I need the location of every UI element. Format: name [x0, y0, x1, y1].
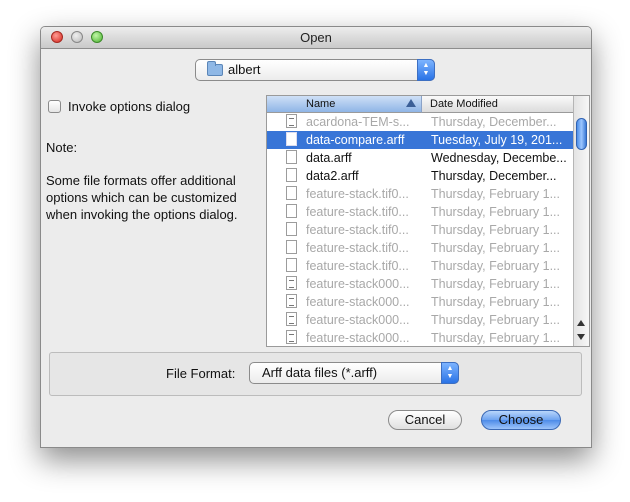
file-date-modified: Thursday, February 1... — [431, 295, 560, 309]
file-name: data-compare.arff — [306, 133, 405, 147]
file-row: feature-stack.tif0... Thursday, February … — [267, 203, 574, 221]
file-date-modified: Thursday, February 1... — [431, 313, 560, 327]
file-name: feature-stack000... — [306, 277, 410, 291]
note-body: Some file formats offer additional optio… — [46, 173, 238, 222]
invoke-options-label[interactable]: Invoke options dialog — [68, 99, 190, 114]
file-row: feature-stack.tif0... Thursday, February … — [267, 185, 574, 203]
file-date-modified: Thursday, February 1... — [431, 331, 560, 345]
file-date-modified: Thursday, February 1... — [431, 223, 560, 237]
file-icon — [286, 132, 297, 146]
document-icon — [286, 330, 297, 344]
file-row: feature-stack000... Thursday, February 1.… — [267, 329, 574, 346]
popup-stepper-icon: ▲ ▼ — [417, 59, 435, 81]
file-date-modified: Thursday, December... — [431, 115, 557, 129]
file-rows: acardona-TEM-s... Thursday, December... da… — [267, 113, 574, 346]
file-name: feature-stack000... — [306, 313, 410, 327]
open-dialog: Open albert ▲ ▼ Invoke options dialog Not… — [40, 26, 592, 448]
document-icon — [286, 114, 297, 128]
scrollbar-thumb[interactable] — [576, 118, 587, 150]
file-date-modified: Thursday, February 1... — [431, 277, 560, 291]
vertical-scrollbar[interactable] — [573, 96, 589, 346]
file-date-modified: Thursday, February 1... — [431, 187, 560, 201]
file-name: acardona-TEM-s... — [306, 115, 410, 129]
cancel-button[interactable]: Cancel — [388, 410, 462, 430]
location-folder-name: albert — [228, 62, 261, 77]
window-title: Open — [300, 30, 332, 45]
file-date-modified: Thursday, December... — [431, 169, 557, 183]
file-browser[interactable]: Name Date Modified acardona-TEM-s... Thur… — [266, 95, 590, 347]
title-bar[interactable]: Open — [41, 27, 591, 49]
column-date-label: Date Modified — [430, 98, 498, 110]
file-date-modified: Wednesday, Decembe... — [431, 151, 567, 165]
file-row[interactable]: data.arff Wednesday, Decembe... — [267, 149, 574, 167]
file-name: feature-stack.tif0... — [306, 187, 409, 201]
scroll-up-icon[interactable] — [577, 320, 585, 326]
file-icon — [286, 240, 297, 254]
file-icon — [286, 204, 297, 218]
file-name: feature-stack.tif0... — [306, 205, 409, 219]
folder-icon — [207, 61, 223, 76]
file-row: feature-stack.tif0... Thursday, February … — [267, 239, 574, 257]
column-name-label: Name — [306, 98, 336, 110]
file-name: feature-stack.tif0... — [306, 241, 409, 255]
file-row: feature-stack000... Thursday, February 1.… — [267, 275, 574, 293]
file-name: feature-stack.tif0... — [306, 259, 409, 273]
scroll-down-icon[interactable] — [577, 334, 585, 340]
file-row: feature-stack.tif0... Thursday, February … — [267, 257, 574, 275]
file-row: feature-stack000... Thursday, February 1.… — [267, 293, 574, 311]
file-row: acardona-TEM-s... Thursday, December... — [267, 113, 574, 131]
file-format-value: Arff data files (*.arff) — [262, 365, 378, 380]
file-icon — [286, 168, 297, 182]
location-popup[interactable]: albert ▲ ▼ — [195, 59, 435, 81]
file-name: data2.arff — [306, 169, 359, 183]
document-icon — [286, 276, 297, 290]
choose-button[interactable]: Choose — [481, 410, 561, 430]
file-row: feature-stack000... Thursday, February 1.… — [267, 311, 574, 329]
file-date-modified: Thursday, February 1... — [431, 205, 560, 219]
file-icon — [286, 150, 297, 164]
file-format-label: File Format: — [166, 366, 236, 381]
file-date-modified: Thursday, February 1... — [431, 241, 560, 255]
file-row[interactable]: data2.arff Thursday, December... — [267, 167, 574, 185]
file-icon — [286, 222, 297, 236]
file-icon — [286, 186, 297, 200]
document-icon — [286, 312, 297, 326]
file-name: feature-stack000... — [306, 331, 410, 345]
file-date-modified: Tuesday, July 19, 201... — [431, 133, 563, 147]
column-header-date[interactable]: Date Modified — [422, 96, 574, 113]
file-format-popup[interactable]: Arff data files (*.arff) ▲ ▼ — [249, 362, 459, 384]
invoke-options-checkbox[interactable] — [48, 100, 61, 113]
file-name: data.arff — [306, 151, 352, 165]
file-icon — [286, 258, 297, 272]
document-icon — [286, 294, 297, 308]
column-header-name[interactable]: Name — [267, 96, 422, 113]
sort-ascending-icon — [406, 99, 416, 107]
file-date-modified: Thursday, February 1... — [431, 259, 560, 273]
file-row: feature-stack.tif0... Thursday, February … — [267, 221, 574, 239]
file-name: feature-stack000... — [306, 295, 410, 309]
file-row[interactable]: data-compare.arff Tuesday, July 19, 201..… — [267, 131, 574, 149]
note-title: Note: — [46, 140, 78, 155]
file-name: feature-stack.tif0... — [306, 223, 409, 237]
popup-stepper-icon: ▲ ▼ — [441, 362, 459, 384]
